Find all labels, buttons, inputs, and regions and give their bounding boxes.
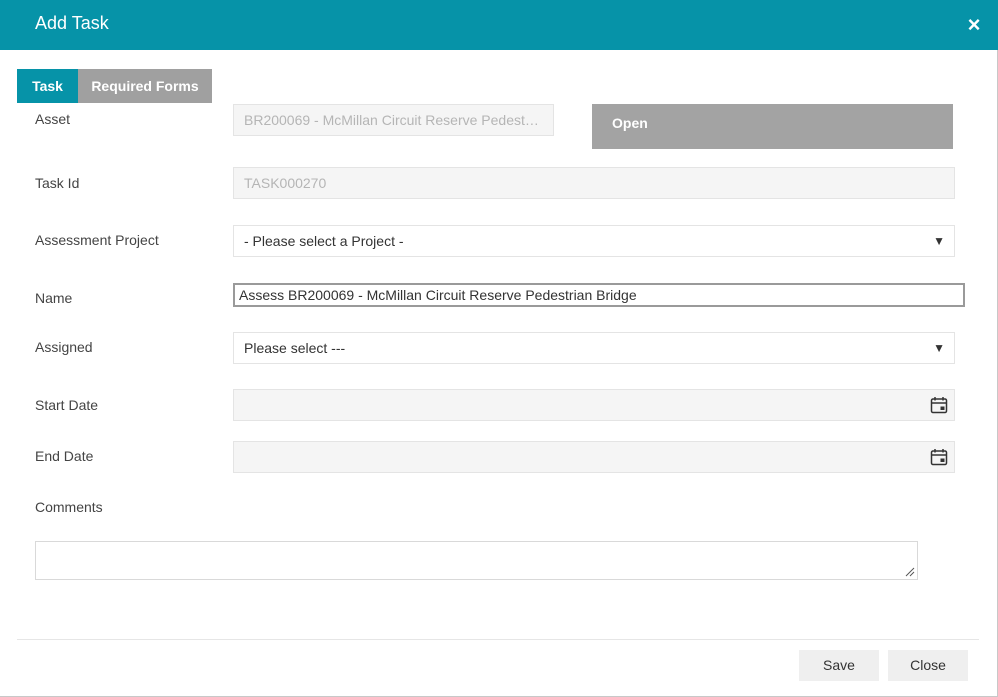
start-date-input[interactable] — [233, 389, 955, 421]
tab-required-forms[interactable]: Required Forms — [78, 69, 212, 103]
asset-label: Asset — [35, 111, 71, 127]
start-date-label: Start Date — [35, 397, 99, 413]
name-label: Name — [35, 290, 73, 306]
assigned-selected: Please select --- — [244, 340, 346, 356]
end-date-input[interactable] — [233, 441, 955, 473]
end-date-label: End Date — [35, 448, 94, 464]
chevron-down-icon: ▼ — [933, 341, 945, 355]
save-button[interactable]: Save — [799, 650, 879, 681]
asset-field: BR200069 - McMillan Circuit Reserve Pede… — [233, 104, 554, 136]
calendar-icon[interactable] — [930, 448, 948, 466]
resize-handle-icon[interactable] — [905, 567, 915, 577]
close-button[interactable]: Close — [888, 650, 968, 681]
name-input[interactable]: Assess BR200069 - McMillan Circuit Reser… — [233, 283, 965, 307]
assigned-label: Assigned — [35, 339, 93, 355]
assessment-project-label: Assessment Project — [35, 232, 159, 248]
dialog-title: Add Task — [35, 13, 109, 33]
close-icon[interactable]: × — [963, 14, 985, 36]
comments-textarea[interactable] — [35, 541, 918, 580]
comments-label: Comments — [35, 499, 103, 515]
assessment-project-selected: - Please select a Project - — [244, 233, 404, 249]
status-text: Open — [612, 115, 648, 131]
task-id-field: TASK000270 — [233, 167, 955, 199]
assigned-select[interactable]: Please select --- ▼ — [233, 332, 955, 364]
chevron-down-icon: ▼ — [933, 234, 945, 248]
dialog-header: Add Task × — [0, 0, 998, 50]
tab-task[interactable]: Task — [17, 69, 78, 103]
status-badge: Open — [592, 104, 953, 149]
calendar-icon[interactable] — [930, 396, 948, 414]
footer-divider — [17, 639, 979, 640]
assessment-project-select[interactable]: - Please select a Project - ▼ — [233, 225, 955, 257]
task-id-label: Task Id — [35, 175, 80, 191]
add-task-dialog: Add Task × Task Required Forms Asset BR2… — [0, 0, 998, 697]
